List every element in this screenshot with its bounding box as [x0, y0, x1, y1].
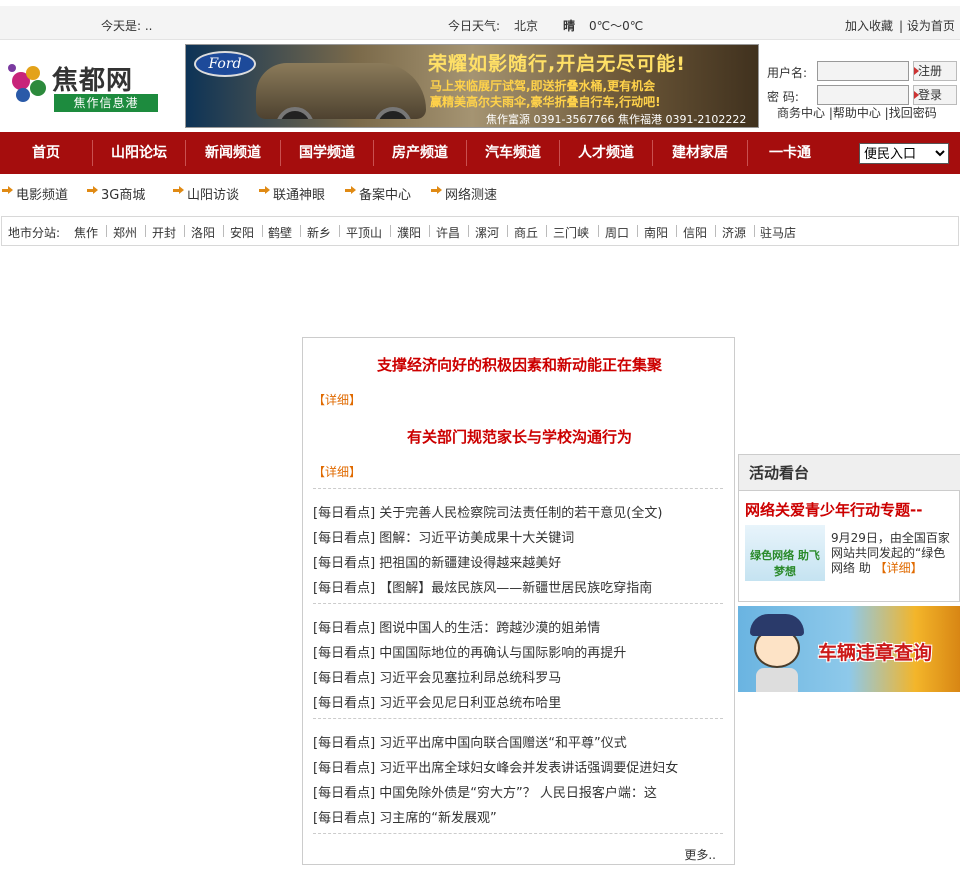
city-link[interactable]: 南阳 [644, 224, 668, 241]
subnav-speedtest[interactable]: 网络测速 [431, 184, 497, 203]
nav-homebuild[interactable]: 建材家居 [653, 132, 747, 174]
activity-panel: 活动看台 网络关爱青少年行动专题-- 9月29日，由全国百家网站共同发起的“绿色… [738, 454, 960, 602]
banner-line-2: 赢精美高尔夫雨伞,豪华折叠自行车,行动吧! [430, 95, 661, 109]
subnav-3g-mall[interactable]: 3G商城 [87, 184, 145, 203]
nav-auto[interactable]: 汽车频道 [467, 132, 559, 174]
city-link[interactable]: 安阳 [230, 224, 254, 241]
city-link[interactable]: 济源 [722, 224, 746, 241]
sub-nav: 电影频道 3G商城 山阳访谈 联通神眼 备案中心 网络测速 [0, 176, 960, 208]
news-item[interactable]: [每日看点] 关于完善人民检察院司法责任制的若干意见(全文) [313, 502, 662, 521]
city-link[interactable]: 平顶山 [346, 224, 382, 241]
main-nav: 首页 山阳论坛 新闻频道 国学频道 房产频道 汽车频道 人才频道 建材家居 一卡… [0, 132, 960, 174]
city-link[interactable]: 濮阳 [397, 224, 421, 241]
city-stations: 地市分站: 焦作 郑州 开封 洛阳 安阳 鹤壁 新乡 平顶山 濮阳 许昌 漯河 … [1, 216, 959, 246]
city-link[interactable]: 驻马店 [760, 224, 796, 241]
weather-city: 北京 [514, 19, 539, 33]
nav-realestate[interactable]: 房产频道 [374, 132, 466, 174]
activity-title: 活动看台 [739, 455, 960, 491]
site-logo[interactable]: 焦都网 焦作信息港 [8, 58, 160, 114]
convenience-select[interactable]: 便民入口 [859, 143, 949, 164]
login-panel: 用户名: 注册 密 码: 登录 商务中心 |帮助中心 |找回密码 [767, 50, 960, 130]
detail-link[interactable]: 【详细】 [313, 391, 361, 408]
weather-label: 今日天气: [448, 19, 501, 33]
violation-query-banner[interactable]: 车辆违章查询 [738, 606, 960, 692]
ford-logo: Ford [194, 51, 256, 77]
more-link[interactable]: 更多.. [684, 846, 716, 863]
news-item[interactable]: [每日看点] 习近平出席中国向联合国赠送“和平尊”仪式 [313, 732, 627, 751]
nav-home[interactable]: 首页 [0, 132, 92, 174]
set-homepage-link[interactable]: | 设为首页 [899, 17, 955, 34]
activity-promo-link[interactable]: 网络关爱青少年行动专题-- [745, 499, 922, 520]
city-link[interactable]: 许昌 [436, 224, 460, 241]
headline-2[interactable]: 有关部门规范家长与学校沟通行为 [303, 426, 736, 447]
username-label: 用户名: [767, 66, 808, 80]
news-item[interactable]: [每日看点] 习近平出席全球妇女峰会并发表讲话强调要促进妇女 [313, 757, 678, 776]
city-label: 地市分站: [8, 226, 61, 240]
header: 焦都网 焦作信息港 Ford 荣耀如影随行,开启无尽可能! 马上来临展厅试驾,即… [0, 40, 960, 132]
account-links[interactable]: 商务中心 |帮助中心 |找回密码 [777, 104, 937, 121]
nav-forum[interactable]: 山阳论坛 [93, 132, 185, 174]
bookmark-link[interactable]: 加入收藏 [845, 17, 893, 34]
city-link[interactable]: 洛阳 [191, 224, 215, 241]
city-link[interactable]: 开封 [152, 224, 176, 241]
news-item[interactable]: [每日看点] 图解：习近平访美成果十大关键词 [313, 527, 574, 546]
nav-news[interactable]: 新闻频道 [186, 132, 280, 174]
logo-mark-icon [8, 62, 50, 104]
username-input[interactable] [817, 61, 909, 81]
city-link[interactable]: 信阳 [683, 224, 707, 241]
weather-temp: 0℃～0℃ [589, 19, 644, 33]
news-item[interactable]: [每日看点] 【图解】最炫民族风——新疆世居民族吃穿指南 [313, 577, 652, 596]
news-item[interactable]: [每日看点] 习近平会见塞拉利昂总统科罗马 [313, 667, 561, 686]
ad-banner[interactable]: Ford 荣耀如影随行,开启无尽可能! 马上来临展厅试驾,即送折叠水桶,更有机会… [185, 44, 759, 128]
banner-line-1: 马上来临展厅试驾,即送折叠水桶,更有机会 [430, 79, 656, 93]
top-bar: 今天是: .. 今日天气: 北京 晴 0℃～0℃ 加入收藏 | 设为首页 [0, 6, 960, 40]
date-text: 今天是: .. [101, 19, 153, 33]
city-link[interactable]: 新乡 [307, 224, 331, 241]
city-link[interactable]: 郑州 [113, 224, 137, 241]
subnav-filing[interactable]: 备案中心 [345, 184, 411, 203]
news-item[interactable]: [每日看点] 图说中国人的生活：跨越沙漠的姐弟情 [313, 617, 600, 636]
activity-text: 9月29日，由全国百家网站共同发起的“绿色网络 助 【详细】 [831, 531, 955, 576]
city-link[interactable]: 商丘 [514, 224, 538, 241]
subnav-interview[interactable]: 山阳访谈 [173, 184, 239, 203]
news-item[interactable]: [每日看点] 习近平会见尼日利亚总统布哈里 [313, 692, 561, 711]
activity-detail-link[interactable]: 【详细】 [875, 561, 923, 575]
city-link[interactable]: 三门峡 [553, 224, 589, 241]
police-icon [748, 610, 804, 692]
news-item[interactable]: [每日看点] 中国国际地位的再确认与国际影响的再提升 [313, 642, 626, 661]
city-link[interactable]: 焦作 [74, 224, 98, 241]
register-button[interactable]: 注册 [913, 61, 957, 81]
banner-contact: 焦作富源 0391-3567766 焦作福港 0391-2102222 [486, 113, 747, 126]
headline-1[interactable]: 支撑经济向好的积极因素和新动能正在集聚 [303, 354, 736, 375]
news-item[interactable]: [每日看点] 把祖国的新疆建设得越来越美好 [313, 552, 561, 571]
nav-jobs[interactable]: 人才频道 [560, 132, 652, 174]
news-panel: 支撑经济向好的积极因素和新动能正在集聚 【详细】 有关部门规范家长与学校沟通行为… [302, 337, 735, 865]
detail-link[interactable]: 【详细】 [313, 463, 361, 480]
car-image [256, 63, 426, 119]
nav-card[interactable]: 一卡通 [748, 132, 832, 174]
city-link[interactable]: 周口 [605, 224, 629, 241]
login-button[interactable]: 登录 [913, 85, 957, 105]
password-input[interactable] [817, 85, 909, 105]
news-item[interactable]: [每日看点] 中国免除外债是“穷大方”？ 人民日报客户端：这 [313, 782, 657, 801]
news-item[interactable]: [每日看点] 习主席的“新发展观” [313, 807, 497, 826]
weather-condition: 晴 [563, 19, 576, 33]
nav-guoxue[interactable]: 国学频道 [281, 132, 373, 174]
subnav-movie[interactable]: 电影频道 [2, 184, 68, 203]
subnav-unicom-eye[interactable]: 联通神眼 [259, 184, 325, 203]
banner-headline: 荣耀如影随行,开启无尽可能! [428, 53, 686, 75]
logo-name: 焦都网 [52, 66, 134, 96]
green-network-image[interactable] [745, 525, 825, 581]
password-label: 密 码: [767, 90, 799, 104]
logo-tagline: 焦作信息港 [54, 94, 158, 112]
city-link[interactable]: 鹤壁 [268, 224, 292, 241]
city-link[interactable]: 漯河 [475, 224, 499, 241]
violation-query-label: 车辆违章查询 [818, 642, 933, 664]
